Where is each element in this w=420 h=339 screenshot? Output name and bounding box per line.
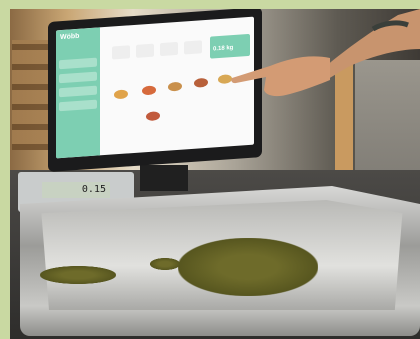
sidebar-item[interactable] xyxy=(59,85,97,98)
food-item[interactable] xyxy=(142,85,156,96)
sidebar-item[interactable] xyxy=(59,71,97,84)
container-tile[interactable] xyxy=(112,45,130,60)
wooden-shelf xyxy=(12,40,48,150)
frame-border xyxy=(0,0,10,339)
kiosk-screen: Wöbb 0.18 kg xyxy=(56,16,254,159)
food-item[interactable] xyxy=(194,77,208,88)
monitor-stand xyxy=(140,165,188,191)
container-tile[interactable] xyxy=(136,43,154,58)
sidebar-item[interactable] xyxy=(59,57,97,70)
app-logo: Wöbb xyxy=(60,32,80,42)
lentils-scatter xyxy=(40,266,116,284)
scale-display: 0.15 xyxy=(42,182,110,198)
frame-border xyxy=(0,0,420,9)
food-item[interactable] xyxy=(146,111,160,122)
container-tile[interactable] xyxy=(160,41,178,57)
food-item[interactable] xyxy=(114,89,128,100)
food-item[interactable] xyxy=(168,81,182,92)
lentils-scatter xyxy=(150,258,180,270)
screen-sidebar: Wöbb xyxy=(56,27,100,159)
hand xyxy=(231,56,330,97)
container-tile[interactable] xyxy=(184,40,202,55)
photo-scene: Wöbb 0.18 kg 0.15 xyxy=(0,0,420,339)
sidebar-item[interactable] xyxy=(59,99,97,112)
lentils-pile xyxy=(178,238,318,296)
